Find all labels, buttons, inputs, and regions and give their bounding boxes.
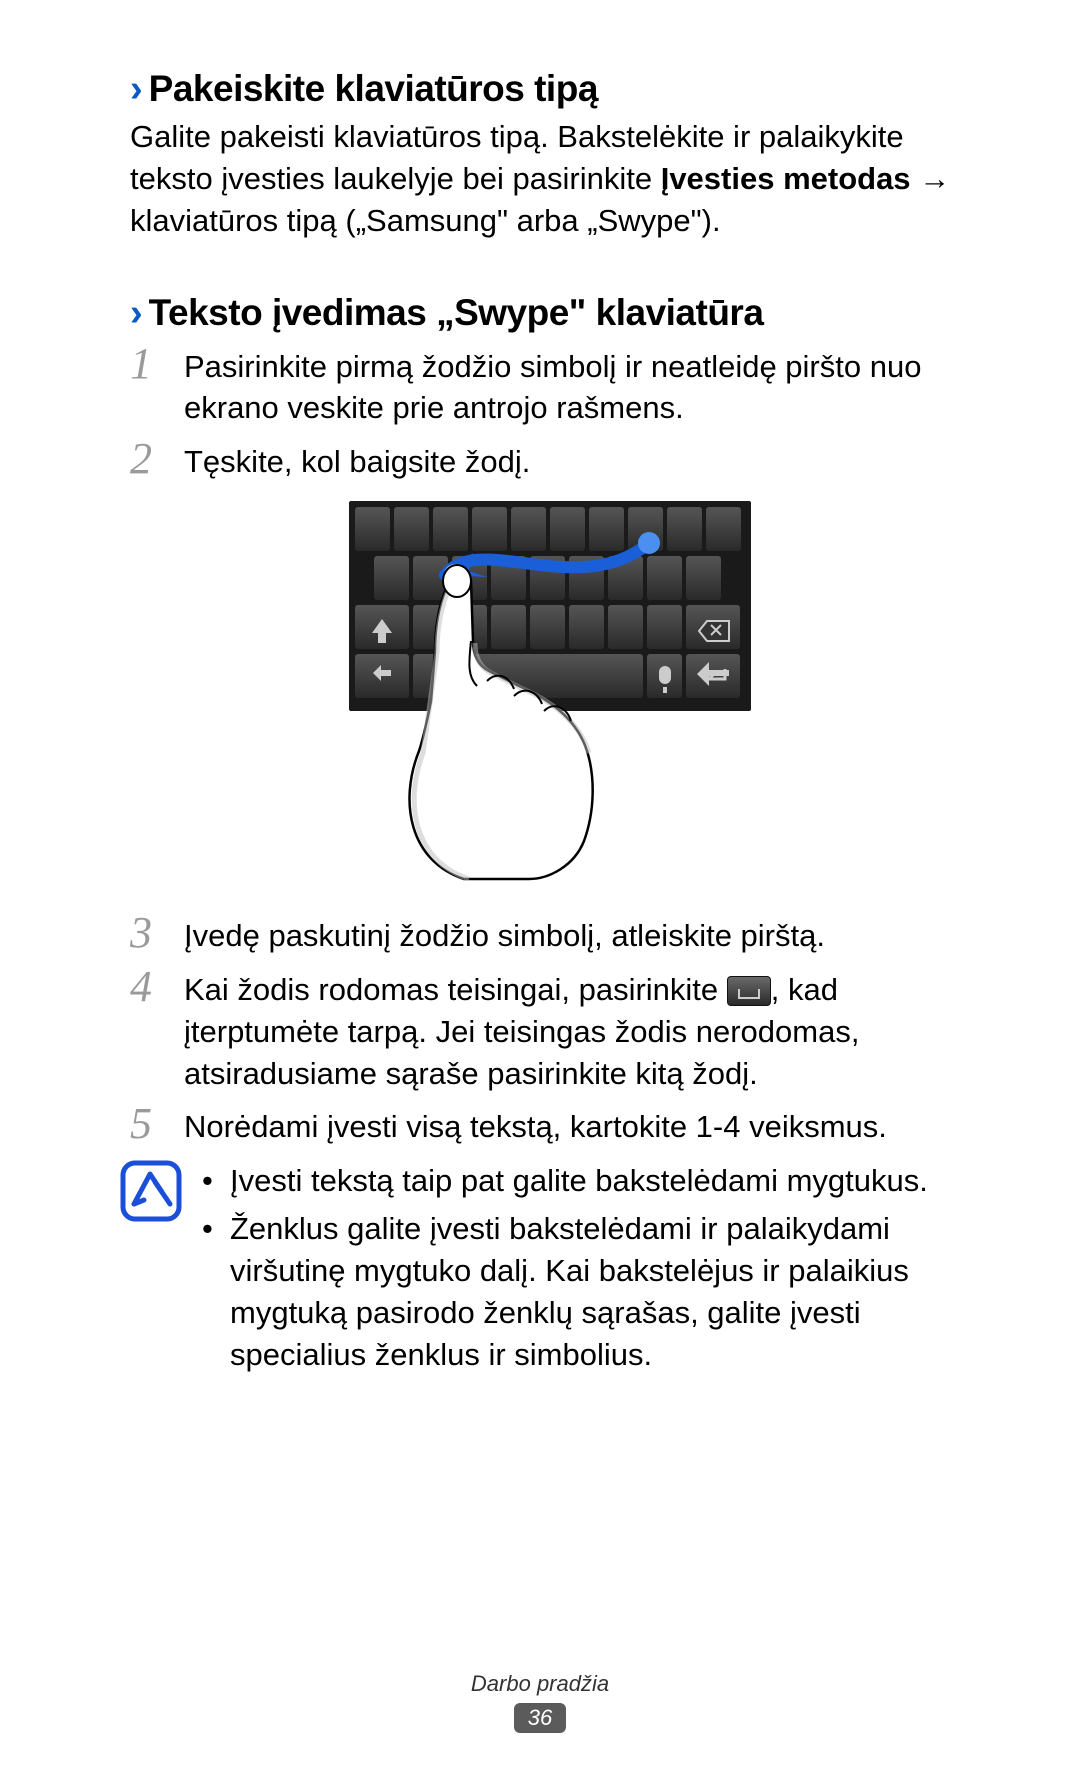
step-text: Tęskite, kol baigsite žodį.: [184, 437, 530, 483]
step-number: 5: [130, 1102, 184, 1146]
footer-section-title: Darbo pradžia: [0, 1671, 1080, 1697]
illustration-container: [130, 501, 970, 881]
note-icon: [120, 1160, 182, 1222]
steps-list: 1 Pasirinkite pirmą žodžio simbolį ir ne…: [130, 342, 970, 484]
chevron-icon: ›: [130, 70, 143, 108]
page-number-badge: 36: [514, 1703, 566, 1733]
section-1-heading: › Pakeiskite klaviatūros tipą: [130, 68, 970, 110]
page-content: › Pakeiskite klaviatūros tipą Galite pak…: [0, 0, 1080, 1382]
step-text: Įvedę paskutinį žodžio simbolį, atleiski…: [184, 911, 825, 957]
step-number: 4: [130, 965, 184, 1009]
step-text: Kai žodis rodomas teisingai, pasirinkite…: [184, 965, 970, 1095]
page-footer: Darbo pradžia 36: [0, 1671, 1080, 1733]
swype-keyboard-illustration: [349, 501, 751, 881]
step-number: 3: [130, 911, 184, 955]
note-item-1: Įvesti tekstą taip pat galite bakstelėda…: [202, 1160, 970, 1202]
step-4-pre: Kai žodis rodomas teisingai, pasirinkite: [184, 972, 727, 1007]
steps-list-cont: 3 Įvedę paskutinį žodžio simbolį, atleis…: [130, 911, 970, 1148]
section-2-heading: › Teksto įvedimas „Swype" klaviatūra: [130, 292, 970, 334]
step-5: 5 Norėdami įvesti visą tekstą, kartokite…: [130, 1102, 970, 1148]
step-1: 1 Pasirinkite pirmą žodžio simbolį ir ne…: [130, 342, 970, 430]
step-3: 3 Įvedę paskutinį žodžio simbolį, atleis…: [130, 911, 970, 957]
section-1-title: Pakeiskite klaviatūros tipą: [149, 68, 598, 110]
chevron-icon: ›: [130, 294, 143, 332]
body-bold: Įvesties metodas: [661, 161, 911, 196]
section-2-title: Teksto įvedimas „Swype" klaviatūra: [149, 292, 764, 334]
step-number: 1: [130, 342, 184, 386]
step-text: Norėdami įvesti visą tekstą, kartokite 1…: [184, 1102, 887, 1148]
note-box: Įvesti tekstą taip pat galite bakstelėda…: [130, 1160, 970, 1381]
step-4: 4 Kai žodis rodomas teisingai, pasirinki…: [130, 965, 970, 1095]
step-2: 2 Tęskite, kol baigsite žodį.: [130, 437, 970, 483]
spacebar-icon: [727, 976, 771, 1006]
section-1-body: Galite pakeisti klaviatūros tipą. Bakste…: [130, 116, 970, 242]
step-text: Pasirinkite pirmą žodžio simbolį ir neat…: [184, 342, 970, 430]
step-number: 2: [130, 437, 184, 481]
note-item-2: Ženklus galite įvesti bakstelėdami ir pa…: [202, 1208, 970, 1375]
note-list: Įvesti tekstą taip pat galite bakstelėda…: [202, 1160, 970, 1381]
